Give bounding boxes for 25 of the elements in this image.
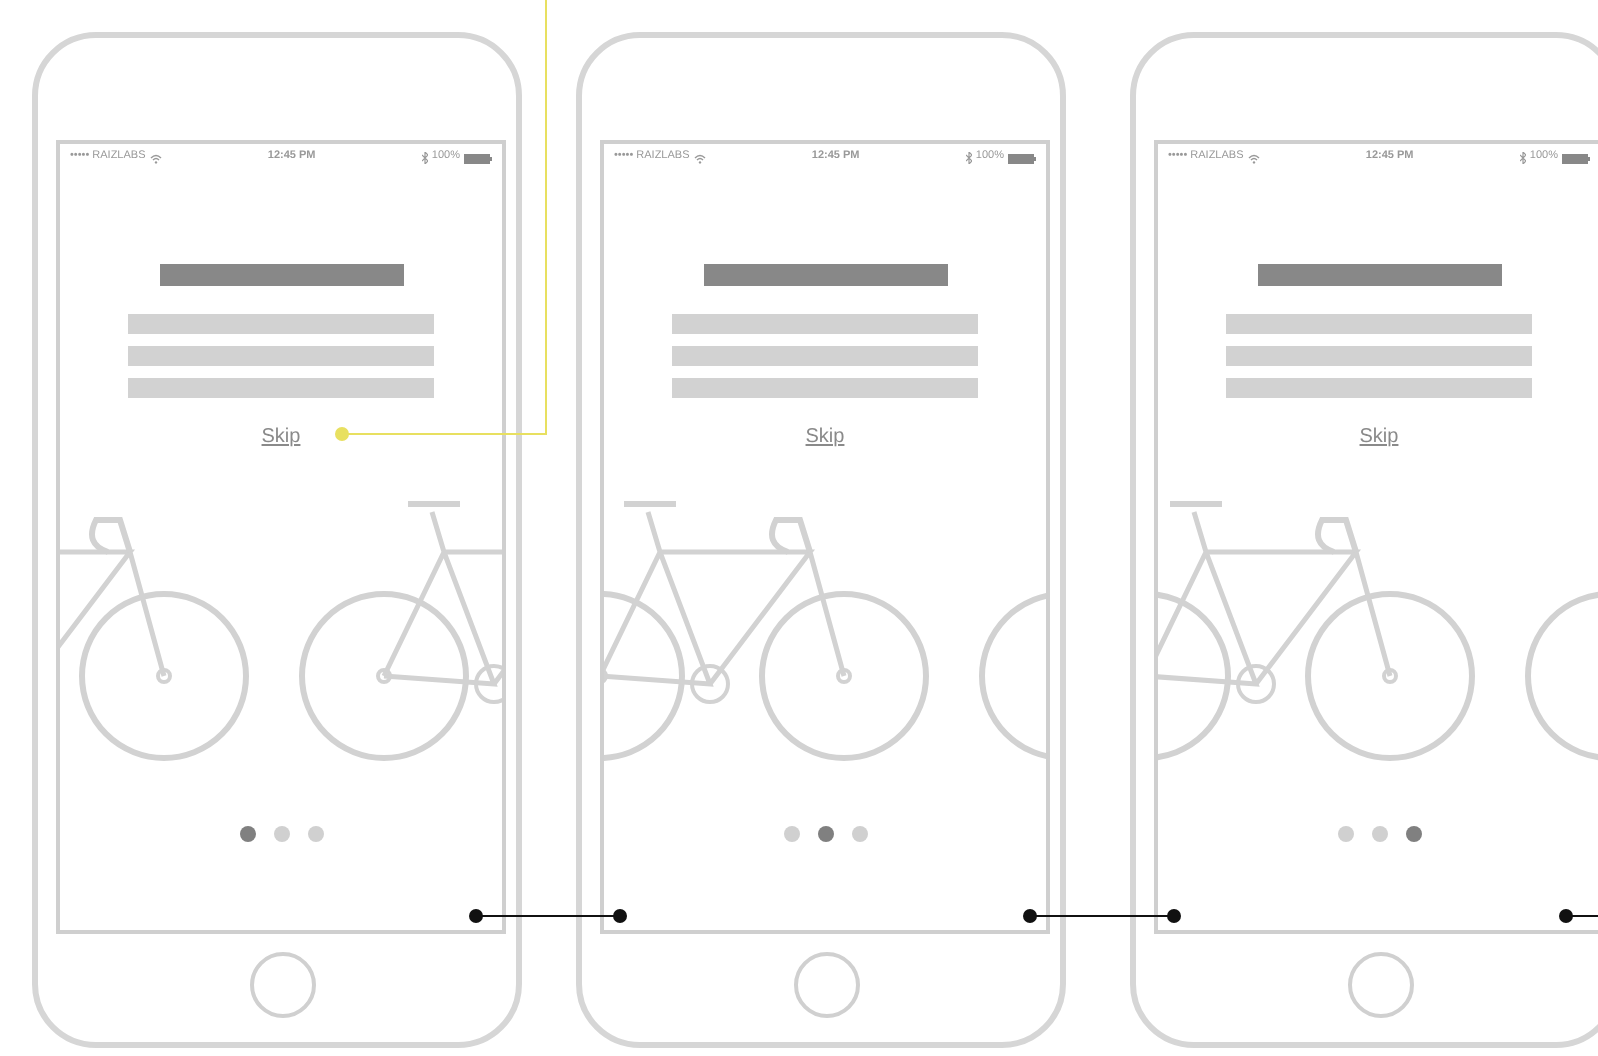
bluetooth-icon <box>965 152 972 164</box>
wifi-icon <box>149 153 162 163</box>
bluetooth-icon <box>1519 152 1526 164</box>
page-dot[interactable] <box>783 826 799 842</box>
wifi-icon <box>1247 153 1260 163</box>
page-dot[interactable] <box>273 826 289 842</box>
skip-link[interactable]: Skip <box>1359 422 1399 452</box>
skip-link[interactable]: Skip <box>261 422 301 452</box>
connector-line <box>1559 909 1598 923</box>
home-button[interactable] <box>794 952 860 1018</box>
battery-icon <box>464 153 492 163</box>
page-dot[interactable] <box>239 826 255 842</box>
page-dot[interactable] <box>1371 826 1387 842</box>
page-dot[interactable] <box>1337 826 1353 842</box>
skip-link[interactable]: Skip <box>805 422 845 452</box>
home-button[interactable] <box>1348 952 1414 1018</box>
home-button[interactable] <box>250 952 316 1018</box>
battery-icon <box>1008 153 1036 163</box>
wifi-icon <box>693 153 706 163</box>
battery-icon <box>1562 153 1590 163</box>
page-dot[interactable] <box>817 826 833 842</box>
page-dot[interactable] <box>851 826 867 842</box>
page-dot[interactable] <box>1405 826 1421 842</box>
page-dot[interactable] <box>307 826 323 842</box>
bluetooth-icon <box>421 152 428 164</box>
